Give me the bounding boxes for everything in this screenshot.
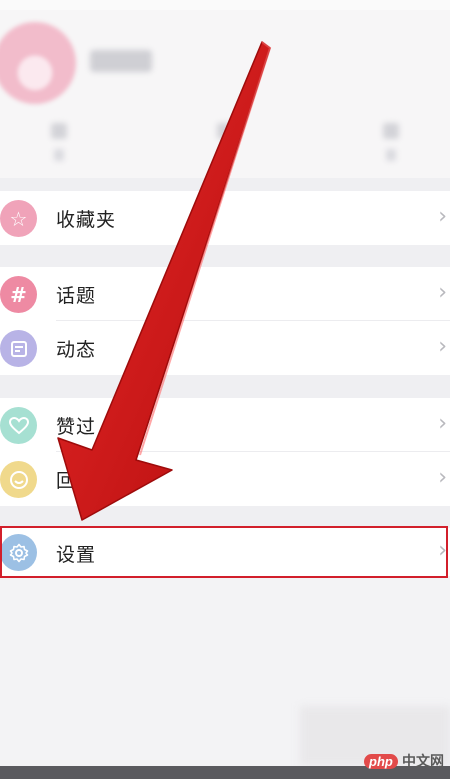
site-watermark: php 中文网 bbox=[364, 751, 444, 771]
watermark-php: php bbox=[364, 754, 398, 769]
watermark-site: 中文网 bbox=[402, 753, 444, 769]
red-arrow-annotation bbox=[57, 41, 272, 521]
